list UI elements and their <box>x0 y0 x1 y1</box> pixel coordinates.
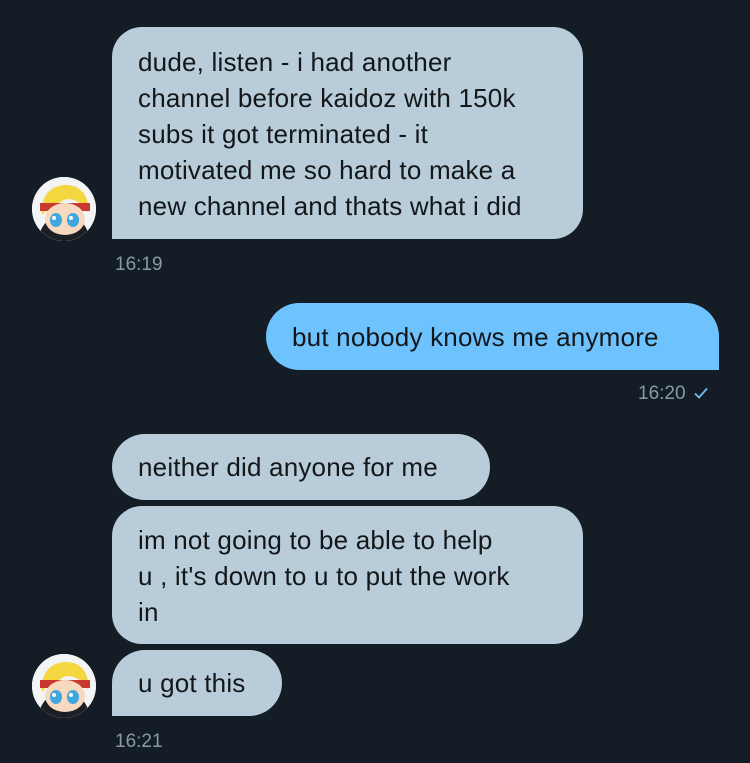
incoming-message-bubble[interactable]: neither did anyone for me <box>112 434 490 500</box>
incoming-message-bubble[interactable]: u got this <box>112 650 282 716</box>
outgoing-message-bubble[interactable]: but nobody knows me anymore <box>266 303 719 370</box>
incoming-message-bubble[interactable]: im not going to be able to help u , it's… <box>112 506 583 644</box>
timestamp: 16:20 <box>638 383 708 405</box>
incoming-message-bubble[interactable]: dude, listen - i had another channel bef… <box>112 27 583 239</box>
timestamp: 16:21 <box>115 731 163 752</box>
contact-avatar[interactable] <box>32 654 96 718</box>
contact-avatar[interactable] <box>32 177 96 241</box>
timestamp-text: 16:20 <box>638 383 686 404</box>
cartoon-avatar-icon <box>32 654 96 718</box>
cartoon-avatar-icon <box>32 177 96 241</box>
check-icon <box>693 387 708 399</box>
timestamp: 16:19 <box>115 254 163 275</box>
